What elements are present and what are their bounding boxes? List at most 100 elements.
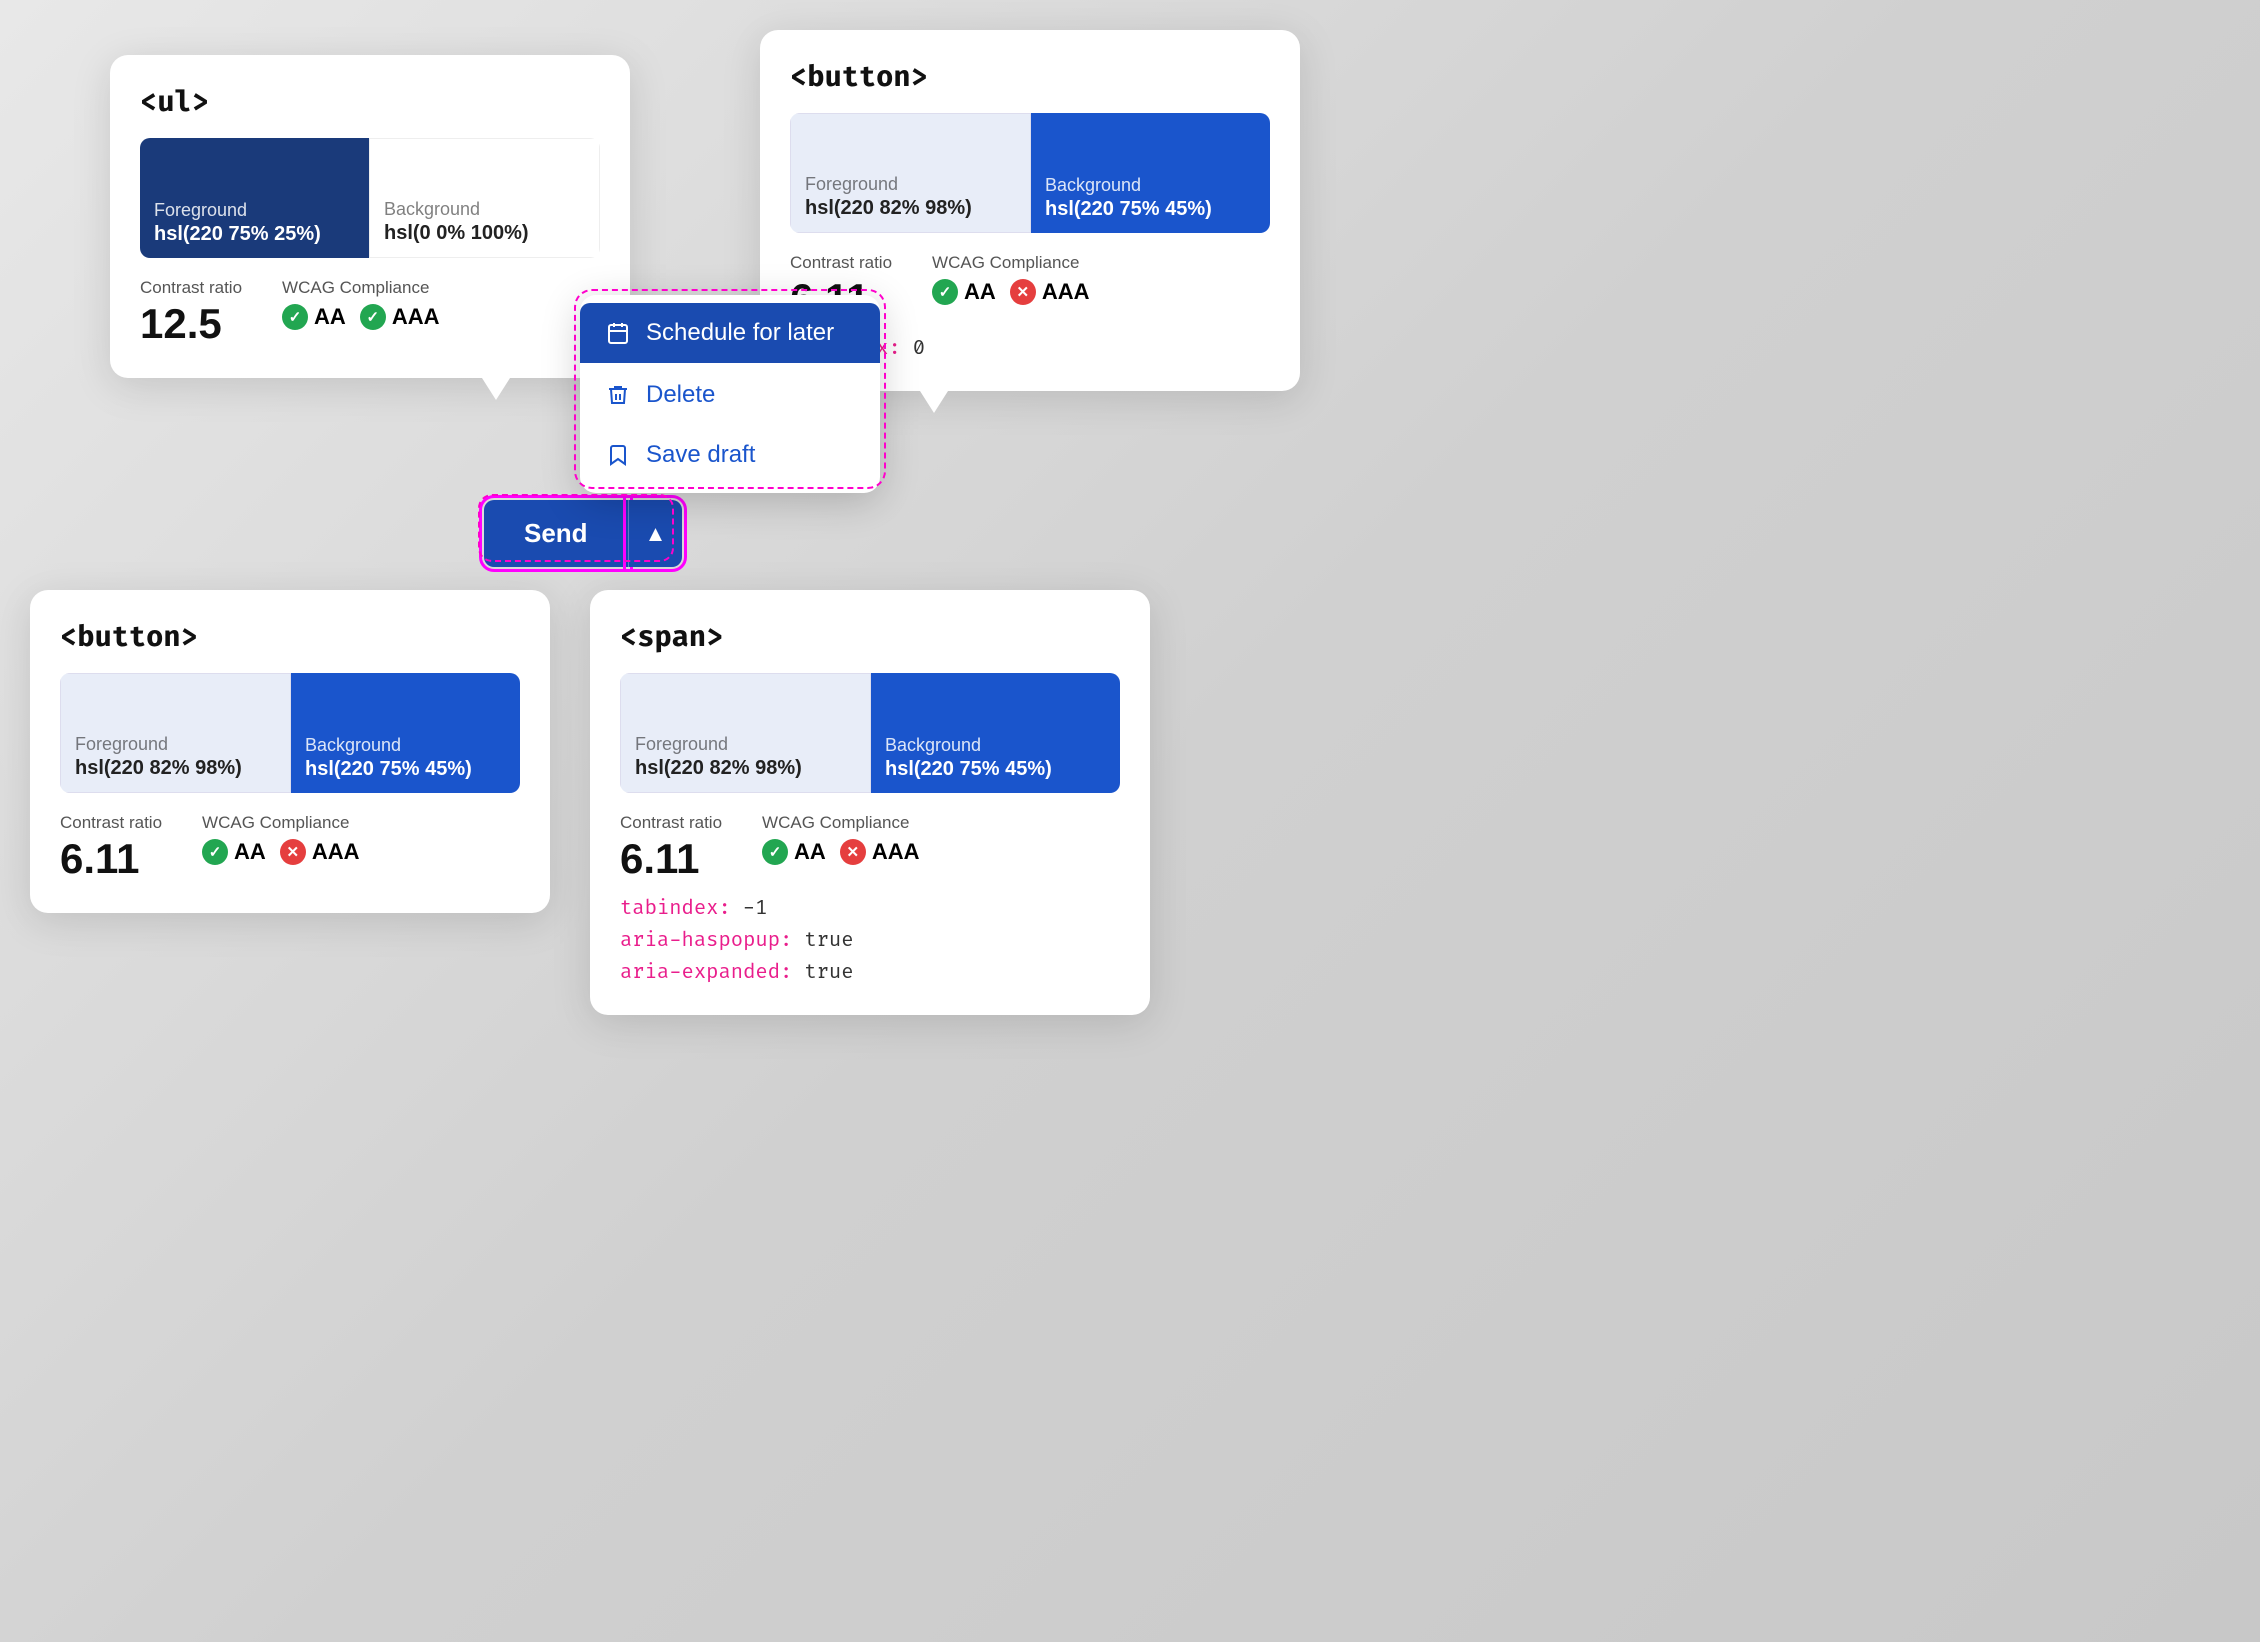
badge-bottom-aaa: ✕ AAA — [280, 839, 360, 865]
aria-expanded-value: true — [804, 961, 853, 985]
card-button-top-wcag: WCAG Compliance ✓ AA ✕ AAA — [932, 253, 1089, 305]
badge-top-aaa-label: AAA — [1042, 279, 1090, 305]
card-span-tabindex: tabindex: -1 — [620, 897, 1120, 921]
card-button-bottom-contrast: Contrast ratio 6.11 — [60, 813, 162, 883]
swatch-span-fg-title: Foreground — [635, 734, 856, 755]
card-span-stats: Contrast ratio 6.11 WCAG Compliance ✓ AA… — [620, 813, 1120, 883]
aria-expanded-label: aria-expanded: — [620, 961, 792, 985]
card-ul-badges: ✓ AA ✓ AAA — [282, 304, 439, 330]
card-ul-swatches: Foreground hsl(220 75% 25%) Background h… — [140, 138, 600, 258]
card-span: <span> Foreground hsl(220 82% 98%) Backg… — [590, 590, 1150, 1015]
swatch-button-bottom-fg: Foreground hsl(220 82% 98%) — [60, 673, 291, 793]
badge-span-aaa-label: AAA — [872, 839, 920, 865]
swatch-ul-bg: Background hsl(0 0% 100%) — [369, 138, 600, 258]
badge-aa-label: AA — [314, 304, 346, 330]
badge-aa-icon: ✓ — [282, 304, 308, 330]
card-ul-wcag: WCAG Compliance ✓ AA ✓ AAA — [282, 278, 439, 330]
dropdown-menu[interactable]: Schedule for later Delete Save draft — [580, 295, 880, 493]
card-button-bottom: <button> Foreground hsl(220 82% 98%) Bac… — [30, 590, 550, 913]
badge-bottom-aaa-icon: ✕ — [280, 839, 306, 865]
swatch-span-fg-value: hsl(220 82% 98%) — [635, 757, 856, 780]
badge-span-aa-label: AA — [794, 839, 826, 865]
swatch-button-bottom-bg-title: Background — [305, 735, 506, 756]
badge-bottom-aa: ✓ AA — [202, 839, 266, 865]
card-button-bottom-stats: Contrast ratio 6.11 WCAG Compliance ✓ AA… — [60, 813, 520, 883]
card-button-bottom-wcag: WCAG Compliance ✓ AA ✕ AAA — [202, 813, 359, 865]
dropdown-item-delete[interactable]: Delete — [580, 365, 880, 425]
send-chevron-button[interactable]: ▲ — [628, 500, 683, 567]
badge-span-aaa: ✕ AAA — [840, 839, 920, 865]
swatch-ul-fg: Foreground hsl(220 75% 25%) — [140, 138, 369, 258]
badge-span-aaa-icon: ✕ — [840, 839, 866, 865]
swatch-ul-fg-title: Foreground — [154, 200, 355, 221]
card-button-bottom-contrast-label: Contrast ratio — [60, 813, 162, 833]
swatch-button-bottom-bg: Background hsl(220 75% 45%) — [291, 673, 520, 793]
swatch-span-fg: Foreground hsl(220 82% 98%) — [620, 673, 871, 793]
span-tabindex-value: -1 — [743, 897, 768, 921]
badge-span-aa-icon: ✓ — [762, 839, 788, 865]
card-span-contrast-value: 6.11 — [620, 835, 722, 883]
swatch-ul-fg-value: hsl(220 75% 25%) — [154, 223, 355, 246]
card-button-bottom-tag: <button> — [60, 620, 520, 655]
swatch-button-top-fg-value: hsl(220 82% 98%) — [805, 197, 1016, 220]
card-ul: <ul> Foreground hsl(220 75% 25%) Backgro… — [110, 55, 630, 378]
card-button-top-badges: ✓ AA ✕ AAA — [932, 279, 1089, 305]
swatch-span-bg: Background hsl(220 75% 45%) — [871, 673, 1120, 793]
card-button-top-contrast-label: Contrast ratio — [790, 253, 892, 273]
badge-aaa: ✓ AAA — [360, 304, 440, 330]
swatch-ul-bg-value: hsl(0 0% 100%) — [384, 222, 585, 245]
swatch-button-top-bg-value: hsl(220 75% 45%) — [1045, 198, 1256, 221]
card-button-bottom-wcag-label: WCAG Compliance — [202, 813, 359, 833]
send-button[interactable]: Send — [484, 500, 628, 567]
send-button-group[interactable]: Send ▲ — [484, 500, 682, 567]
card-button-top-swatches: Foreground hsl(220 82% 98%) Background h… — [790, 113, 1270, 233]
card-span-aria-haspopup: aria-haspopup: true — [620, 929, 1120, 953]
swatch-span-bg-value: hsl(220 75% 45%) — [885, 758, 1106, 781]
calendar-icon — [604, 319, 632, 347]
swatch-button-top-bg: Background hsl(220 75% 45%) — [1031, 113, 1270, 233]
card-button-bottom-badges: ✓ AA ✕ AAA — [202, 839, 359, 865]
card-ul-tag: <ul> — [140, 85, 600, 120]
aria-haspopup-label: aria-haspopup: — [620, 929, 792, 953]
card-span-wcag: WCAG Compliance ✓ AA ✕ AAA — [762, 813, 919, 865]
card-ul-contrast-label: Contrast ratio — [140, 278, 242, 298]
card-span-swatches: Foreground hsl(220 82% 98%) Background h… — [620, 673, 1120, 793]
card-ul-contrast: Contrast ratio 12.5 — [140, 278, 242, 348]
trash-icon — [604, 381, 632, 409]
tabindex-value: 0 — [913, 337, 925, 361]
swatch-button-bottom-fg-title: Foreground — [75, 734, 276, 755]
card-span-contrast-label: Contrast ratio — [620, 813, 722, 833]
delete-label: Delete — [646, 381, 715, 409]
swatch-button-top-bg-title: Background — [1045, 175, 1256, 196]
dropdown-item-schedule[interactable]: Schedule for later — [580, 303, 880, 363]
card-ul-contrast-value: 12.5 — [140, 300, 242, 348]
badge-span-aa: ✓ AA — [762, 839, 826, 865]
badge-bottom-aa-label: AA — [234, 839, 266, 865]
schedule-label: Schedule for later — [646, 319, 834, 347]
badge-top-aaa: ✕ AAA — [1010, 279, 1090, 305]
card-ul-wcag-label: WCAG Compliance — [282, 278, 439, 298]
card-span-contrast: Contrast ratio 6.11 — [620, 813, 722, 883]
dropdown-item-save-draft[interactable]: Save draft — [580, 425, 880, 485]
swatch-button-top-fg: Foreground hsl(220 82% 98%) — [790, 113, 1031, 233]
swatch-span-bg-title: Background — [885, 735, 1106, 756]
aria-haspopup-value: true — [804, 929, 853, 953]
badge-top-aa-label: AA — [964, 279, 996, 305]
card-button-bottom-swatches: Foreground hsl(220 82% 98%) Background h… — [60, 673, 520, 793]
card-span-aria-expanded: aria-expanded: true — [620, 961, 1120, 985]
badge-aaa-icon: ✓ — [360, 304, 386, 330]
card-button-top-wcag-label: WCAG Compliance — [932, 253, 1089, 273]
card-span-badges: ✓ AA ✕ AAA — [762, 839, 919, 865]
span-tabindex-label: tabindex: — [620, 897, 731, 921]
card-button-top-tag: <button> — [790, 60, 1270, 95]
badge-top-aa-icon: ✓ — [932, 279, 958, 305]
swatch-button-bottom-fg-value: hsl(220 82% 98%) — [75, 757, 276, 780]
badge-bottom-aaa-label: AAA — [312, 839, 360, 865]
card-button-bottom-contrast-value: 6.11 — [60, 835, 162, 883]
swatch-ul-bg-title: Background — [384, 199, 585, 220]
badge-top-aa: ✓ AA — [932, 279, 996, 305]
card-span-tag: <span> — [620, 620, 1120, 655]
badge-top-aaa-icon: ✕ — [1010, 279, 1036, 305]
badge-bottom-aa-icon: ✓ — [202, 839, 228, 865]
card-ul-stats: Contrast ratio 12.5 WCAG Compliance ✓ AA… — [140, 278, 600, 348]
